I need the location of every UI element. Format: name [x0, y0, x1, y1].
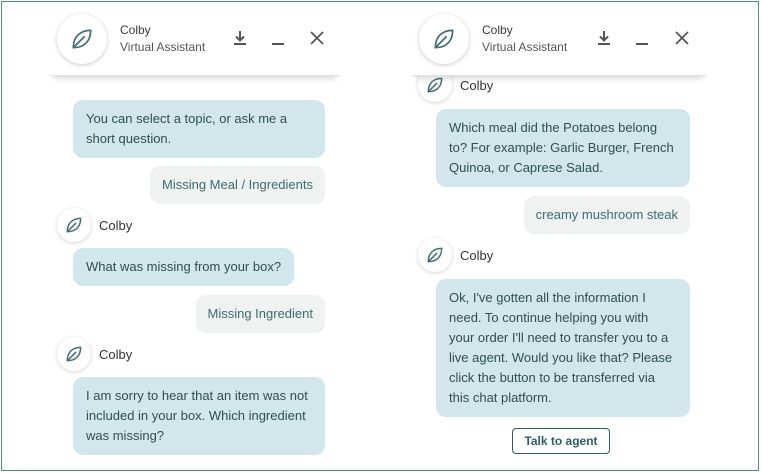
assistant-avatar	[419, 14, 469, 64]
download-icon	[598, 31, 610, 45]
download-button[interactable]	[592, 26, 616, 50]
download-icon	[234, 31, 246, 45]
chat-window-right: Colby Virtual Assistant Colby Which meal…	[412, 2, 707, 470]
bot-sender-row: Colby	[57, 337, 132, 371]
minimize-icon	[272, 43, 284, 45]
bot-message: Which meal did the Potatoes belong to? F…	[436, 109, 690, 187]
leaf-icon	[427, 247, 443, 263]
minimize-button[interactable]	[266, 26, 290, 50]
leaf-icon	[66, 217, 82, 233]
close-icon	[675, 31, 689, 45]
close-button[interactable]	[670, 26, 694, 50]
bot-sender-row: Colby	[57, 208, 132, 242]
bot-avatar	[57, 337, 91, 371]
bot-message: You can select a topic, or ask me a shor…	[73, 100, 325, 158]
assistant-avatar	[57, 14, 107, 64]
leaf-icon	[427, 77, 443, 93]
user-message: Missing Ingredient	[195, 295, 325, 333]
assistant-name: Colby	[120, 23, 151, 37]
user-message: Missing Meal / Ingredients	[149, 166, 325, 204]
bot-avatar	[57, 208, 91, 242]
close-button[interactable]	[305, 26, 329, 50]
minimize-icon	[636, 43, 648, 45]
user-message: creamy mushroom steak	[523, 196, 690, 234]
bot-name: Colby	[99, 346, 133, 362]
bot-name: Colby	[460, 247, 494, 263]
close-icon	[310, 31, 324, 45]
assistant-name: Colby	[482, 23, 513, 37]
leaf-icon	[72, 29, 92, 49]
bot-name: Colby	[460, 77, 494, 93]
chat-header: Colby Virtual Assistant	[50, 2, 340, 76]
assistant-subtitle: Virtual Assistant	[120, 40, 206, 54]
chat-header: Colby Virtual Assistant	[412, 2, 707, 76]
bot-avatar	[418, 238, 452, 272]
bot-message: I am sorry to hear that an item was not …	[73, 377, 325, 455]
download-button[interactable]	[228, 26, 252, 50]
bot-message: What was missing from your box?	[73, 248, 295, 286]
leaf-icon	[66, 346, 82, 362]
chat-window-left: Colby Virtual Assistant You can select a…	[50, 2, 340, 470]
assistant-subtitle: Virtual Assistant	[482, 40, 568, 54]
minimize-button[interactable]	[630, 26, 654, 50]
talk-to-agent-button[interactable]: Talk to agent	[512, 428, 610, 454]
leaf-icon	[434, 29, 454, 49]
bot-sender-row: Colby	[418, 238, 493, 272]
bot-message: Ok, I've gotten all the information I ne…	[436, 279, 690, 417]
bot-name: Colby	[99, 217, 133, 233]
